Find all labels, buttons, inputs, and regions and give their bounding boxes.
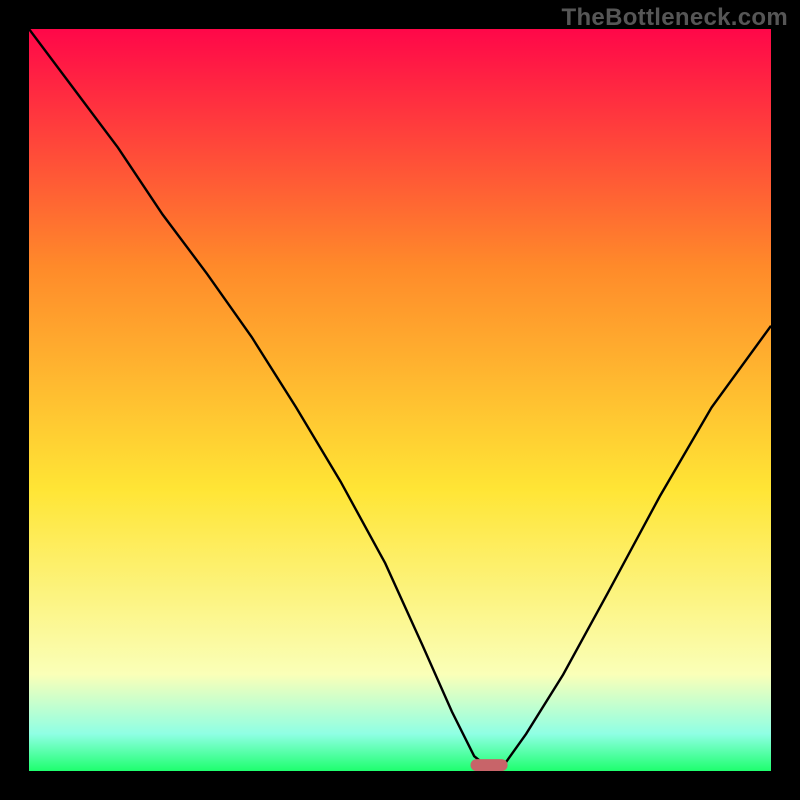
bottleneck-chart (29, 29, 771, 771)
watermark-text: TheBottleneck.com (562, 4, 788, 32)
plot-area (29, 29, 771, 771)
gradient-background (29, 29, 771, 771)
chart-outer: TheBottleneck.com (0, 0, 800, 800)
minimum-marker (471, 759, 508, 771)
